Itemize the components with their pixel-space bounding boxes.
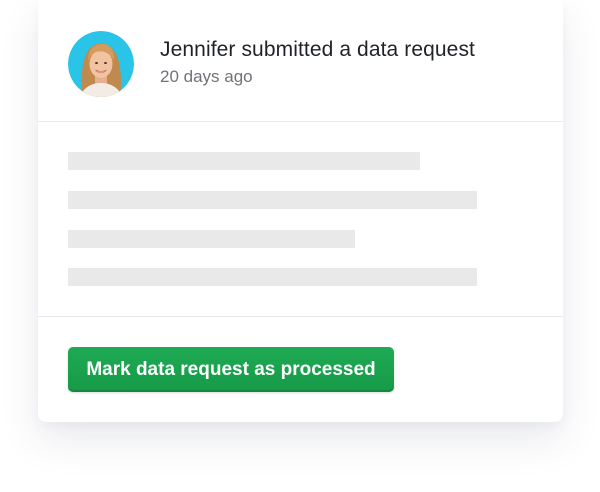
avatar-photo — [68, 31, 134, 97]
placeholder-line — [68, 230, 355, 248]
notification-card: Jennifer submitted a data request 20 day… — [38, 0, 563, 422]
mark-processed-button[interactable]: Mark data request as processed — [68, 347, 394, 392]
avatar — [68, 31, 134, 97]
notification-title: Jennifer submitted a data request — [160, 38, 475, 61]
header-divider — [38, 121, 563, 122]
placeholder-line — [68, 191, 477, 209]
stage: Jennifer submitted a data request 20 day… — [0, 0, 600, 492]
placeholder-line — [68, 268, 477, 286]
placeholder-line — [68, 152, 420, 170]
card-header: Jennifer submitted a data request 20 day… — [38, 0, 563, 122]
notification-timestamp: 20 days ago — [160, 67, 253, 86]
footer-divider — [38, 316, 563, 317]
